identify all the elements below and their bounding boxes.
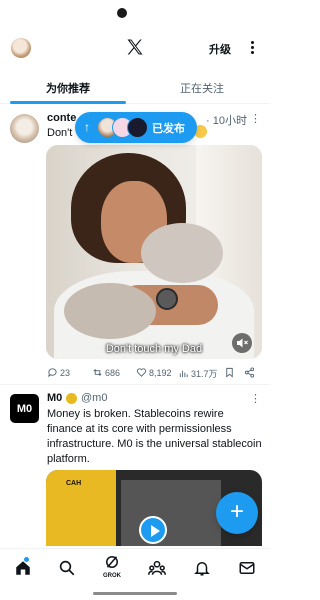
status-bar [0,0,270,18]
post-video[interactable]: Don't touch my Dad [46,145,262,359]
post-username[interactable]: conte [47,112,76,124]
profile-avatar[interactable] [11,38,31,58]
post-avatar[interactable] [10,114,39,143]
heart-icon [136,368,147,377]
arrow-up-icon: ↑ [84,120,90,134]
search-icon [59,560,75,576]
like-button[interactable]: 8,192 [136,367,172,378]
post-username[interactable]: M0 [47,392,62,404]
post-more-icon[interactable]: ⋮ [250,392,261,405]
tab-following[interactable]: 正在关注 [180,80,224,96]
posted-label: 已发布 [152,123,185,135]
mute-button[interactable] [232,333,252,353]
verified-badge-icon [66,393,77,404]
repost-icon [93,369,102,376]
media-label: CAH [66,480,82,487]
repost-count: 686 [105,367,121,378]
video-caption: Don't touch my Dad [105,343,203,355]
feed-post[interactable]: conte · 10小时 ⋮ Don't Don't touch my Dad … [0,112,270,384]
reply-icon [48,368,57,378]
more-options-icon[interactable] [249,40,255,56]
bookmark-button[interactable] [224,367,235,378]
home-indicator[interactable] [93,592,177,595]
share-button[interactable] [244,367,255,378]
post-time: · 10小时 [206,115,247,127]
camera-cutout [117,8,127,18]
nav-communities[interactable] [148,559,166,577]
upgrade-button[interactable]: 升级 [209,41,231,57]
x-logo-icon [127,39,143,55]
new-posts-pill[interactable]: ↑ 已发布 [75,112,197,143]
mail-icon [239,562,255,574]
play-button[interactable] [139,516,167,544]
grok-label: GROK [103,573,121,579]
notification-dot [24,557,29,562]
post-text: Don't [47,127,73,139]
bar-chart-icon [179,370,188,378]
reply-count: 23 [60,367,71,378]
post-actions: 23 686 8,192 31.7万 [0,367,270,381]
views-button[interactable]: 31.7万 [178,367,218,380]
post-more-icon[interactable]: ⋮ [250,112,261,125]
tab-for-you[interactable]: 为你推荐 [46,80,90,96]
tab-active-indicator [10,101,126,104]
grok-icon [106,556,118,568]
post-avatar[interactable]: M0 [10,394,39,423]
speaker-muted-icon [237,338,248,348]
views-count: 31.7万 [191,369,218,379]
nav-search[interactable] [58,559,76,577]
compose-post-button[interactable]: + [216,492,258,534]
pill-avatar [127,117,148,138]
nav-notifications[interactable] [193,559,211,577]
home-icon [16,561,30,575]
post-divider [0,384,270,385]
reply-button[interactable]: 23 [47,367,70,378]
share-icon [244,367,255,378]
nav-messages[interactable] [238,559,256,577]
people-icon [148,560,166,575]
top-bar: 升级 [0,32,270,64]
nav-grok[interactable] [103,553,121,571]
nav-home[interactable] [14,559,32,577]
bottom-nav: GROK [0,548,270,588]
feed-tabs: 为你推荐 正在关注 [0,72,270,104]
post-text: Money is broken. Stablecoins rewire fina… [47,408,262,465]
bell-icon [194,562,210,576]
like-count: 8,192 [149,367,172,378]
post-handle[interactable]: @m0 [81,392,107,404]
bookmark-icon [226,367,233,378]
repost-button[interactable]: 686 [92,367,120,378]
